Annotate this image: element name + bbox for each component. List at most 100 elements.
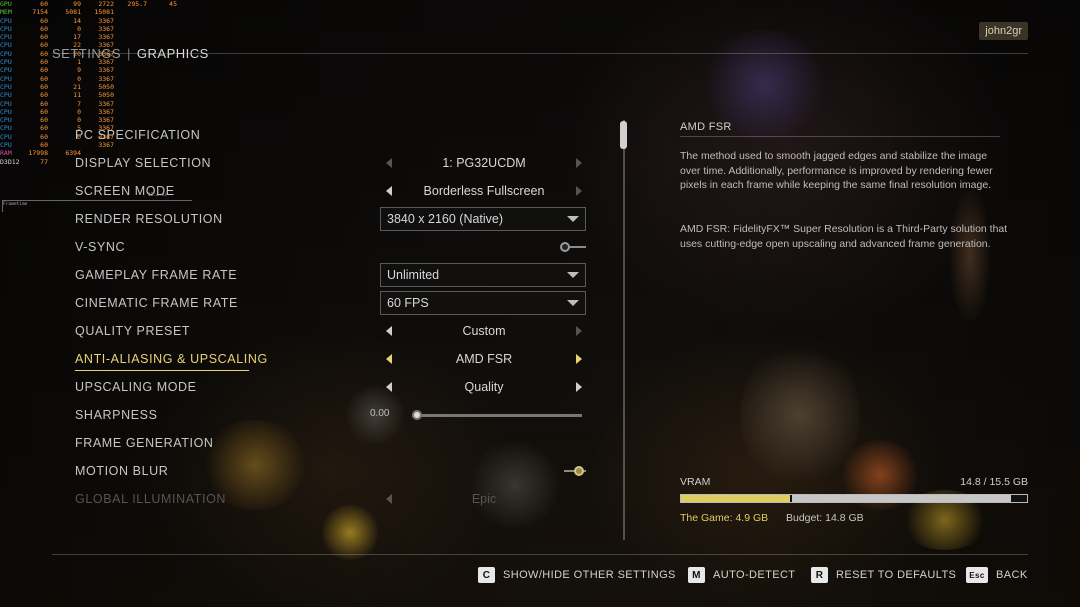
- cinematic-frame-rate-dropdown[interactable]: 60 FPS: [380, 291, 586, 315]
- perf-row-name: CPU: [0, 99, 12, 108]
- perf-value: [147, 25, 177, 33]
- perf-value: 7154: [32, 8, 48, 17]
- setting-cinematic-frame-rate[interactable]: CINEMATIC FRAME RATE 60 FPS: [75, 290, 595, 316]
- setting-label: RENDER RESOLUTION: [75, 212, 223, 226]
- perf-value: [147, 83, 177, 91]
- perf-row-name: CPU: [0, 116, 12, 125]
- arrow-right-icon[interactable]: [576, 382, 582, 392]
- dropdown-value: 3840 x 2160 (Native): [387, 212, 504, 226]
- setting-vsync[interactable]: V-SYNC: [75, 234, 595, 260]
- perf-value: [114, 58, 147, 66]
- frametime-graph-label: Frametime: [3, 202, 28, 207]
- show-hide-other-settings-button[interactable]: C SHOW/HIDE OTHER SETTINGS: [478, 567, 676, 583]
- setting-gameplay-frame-rate[interactable]: GAMEPLAY FRAME RATE Unlimited: [75, 262, 595, 288]
- setting-label: MOTION BLUR: [75, 464, 169, 478]
- perf-value: 60: [40, 82, 48, 91]
- setting-upscaling-mode[interactable]: UPSCALING MODE Quality: [75, 374, 595, 400]
- perf-value: [114, 33, 147, 41]
- anti-aliasing-selector[interactable]: AMD FSR: [380, 347, 586, 371]
- setting-label: GLOBAL ILLUMINATION: [75, 492, 227, 506]
- active-underline: [75, 370, 249, 371]
- perf-value: 11: [73, 91, 81, 100]
- gameplay-frame-rate-dropdown[interactable]: Unlimited: [380, 263, 586, 287]
- setting-label: SCREEN MODE: [75, 184, 175, 198]
- perf-value: 17: [73, 33, 81, 42]
- key-m-icon: M: [688, 567, 705, 583]
- perf-value: 15081: [94, 8, 114, 17]
- reset-to-defaults-button[interactable]: R RESET TO DEFAULTS: [811, 567, 956, 583]
- sharpness-slider[interactable]: 0.00: [370, 403, 586, 427]
- selector-value: Quality: [464, 380, 504, 394]
- arrow-right-icon[interactable]: [576, 186, 582, 196]
- perf-row-name: CPU: [0, 58, 12, 67]
- scrollbar-track[interactable]: [623, 120, 625, 540]
- perf-row-name: CPU: [0, 91, 12, 100]
- key-esc-icon: Esc: [966, 567, 988, 583]
- perf-value: 295.7: [127, 0, 147, 8]
- perf-row: CPU 60 3367: [0, 141, 195, 149]
- render-resolution-dropdown[interactable]: 3840 x 2160 (Native): [380, 207, 586, 231]
- motion-blur-toggle[interactable]: [560, 459, 586, 483]
- perf-value: 45: [169, 0, 177, 8]
- scrollbar-thumb[interactable]: [620, 121, 627, 149]
- slider-track[interactable]: [412, 414, 582, 417]
- perf-row: MEM 7154 5081 15081: [0, 8, 195, 16]
- auto-detect-button[interactable]: M AUTO-DETECT: [688, 567, 795, 583]
- screen-mode-selector[interactable]: Borderless Fullscreen: [380, 179, 586, 203]
- perf-value: 2722: [98, 0, 114, 8]
- setting-anti-aliasing[interactable]: ANTI-ALIASING & UPSCALING AMD FSR: [75, 346, 595, 372]
- perf-value: 3367: [98, 49, 114, 58]
- perf-row: RAM 17998 6394: [0, 149, 195, 157]
- upscaling-mode-selector[interactable]: Quality: [380, 375, 586, 399]
- perf-row-name: CPU: [0, 16, 12, 25]
- arrow-right-icon[interactable]: [576, 354, 582, 364]
- setting-quality-preset[interactable]: QUALITY PRESET Custom: [75, 318, 595, 344]
- perf-value: [114, 158, 147, 166]
- setting-global-illumination[interactable]: GLOBAL ILLUMINATION Epic: [75, 486, 595, 512]
- perf-value: 3367: [98, 33, 114, 42]
- perf-value: [114, 141, 147, 149]
- perf-row: CPU 60 22 3367: [0, 41, 195, 49]
- perf-value: 3367: [98, 141, 114, 150]
- key-c-icon: C: [478, 567, 495, 583]
- perf-value: 60: [40, 41, 48, 50]
- perf-row-name: CPU: [0, 33, 12, 42]
- perf-row-name: RAM: [0, 149, 12, 158]
- selector-value: Custom: [462, 324, 506, 338]
- perf-value: 14: [73, 16, 81, 25]
- display-selection-selector[interactable]: 1: PG32UCDM: [380, 151, 586, 175]
- perf-value: 3367: [98, 132, 114, 141]
- perf-value: 60: [40, 0, 48, 8]
- perf-value: [147, 149, 177, 157]
- global-illumination-selector[interactable]: Epic: [380, 487, 586, 511]
- vram-bar: [680, 494, 1028, 503]
- arrow-right-icon[interactable]: [576, 494, 582, 504]
- perf-value: 60: [40, 99, 48, 108]
- slider-knob[interactable]: [412, 410, 422, 420]
- arrow-right-icon[interactable]: [576, 326, 582, 336]
- selector-value: AMD FSR: [455, 352, 513, 366]
- frametime-graph: Frametime 12.4 ms: [2, 193, 192, 212]
- perf-value: [114, 116, 147, 124]
- vsync-toggle[interactable]: [560, 235, 586, 259]
- perf-value: 6394: [65, 149, 81, 158]
- perf-value: [147, 108, 177, 116]
- quality-preset-selector[interactable]: Custom: [380, 319, 586, 343]
- perf-row-name: CPU: [0, 132, 12, 141]
- perf-value: [114, 133, 147, 141]
- selector-value: Borderless Fullscreen: [423, 184, 545, 198]
- setting-sharpness[interactable]: SHARPNESS 0.00: [75, 402, 595, 428]
- perf-value: [48, 158, 81, 166]
- frametime-graph-tick: 12.4 ms: [148, 193, 167, 198]
- setting-motion-blur[interactable]: MOTION BLUR: [75, 458, 595, 484]
- perf-value: [147, 66, 177, 74]
- toggle-knob: [560, 242, 570, 252]
- setting-frame-generation[interactable]: FRAME GENERATION: [75, 430, 595, 456]
- arrow-right-icon[interactable]: [576, 158, 582, 168]
- perf-value: [114, 41, 147, 49]
- perf-row: CPU 60 11 5050: [0, 91, 195, 99]
- perf-row-name: MEM: [0, 8, 12, 17]
- perf-row: GPU 60 99 2722 295.7 45: [0, 0, 195, 8]
- perf-row-name: CPU: [0, 74, 12, 83]
- back-button[interactable]: Esc BACK: [966, 567, 1028, 583]
